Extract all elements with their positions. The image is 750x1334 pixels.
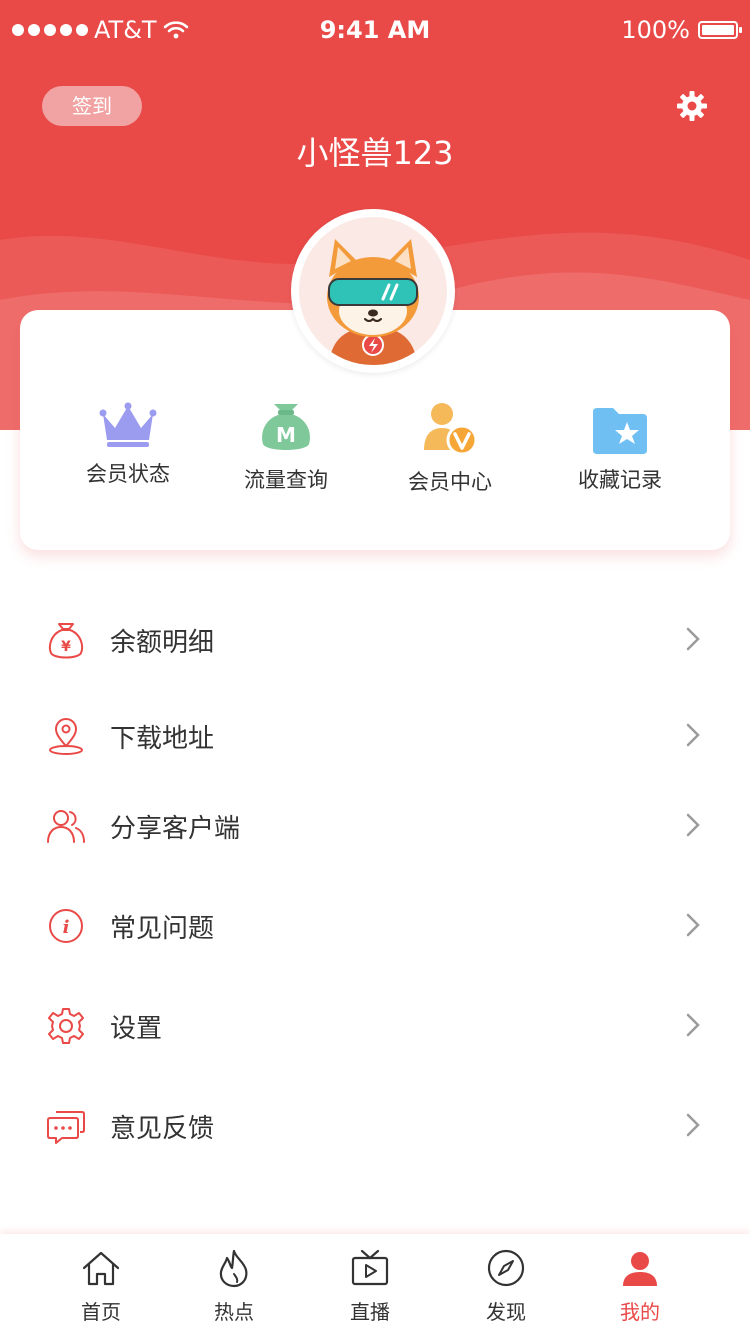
vip-user-icon [424, 403, 478, 456]
chevron-right-icon [686, 1113, 700, 1137]
settings-gear-icon[interactable] [676, 90, 708, 122]
tab-label: 热点 [214, 1300, 254, 1324]
quick-action-label: 收藏记录 [578, 468, 662, 492]
menu-item-label: 下载地址 [110, 724, 215, 754]
info-icon: i [49, 909, 83, 943]
tab-label: 首页 [81, 1300, 121, 1324]
location-pin-icon [49, 718, 83, 755]
tab-mine[interactable]: 我的 [585, 1234, 695, 1334]
chevron-right-icon [686, 627, 700, 651]
menu-item-faq[interactable]: i 常见问题 [0, 888, 750, 968]
tab-live[interactable]: 直播 [315, 1234, 425, 1334]
menu-item-label: 分享客户端 [110, 814, 241, 844]
tab-label: 直播 [350, 1300, 390, 1324]
quick-action-label: 流量查询 [244, 468, 328, 492]
username: 小怪兽123 [296, 134, 454, 172]
menu-item-label: 设置 [110, 1014, 163, 1044]
chevron-right-icon [686, 913, 700, 937]
quick-action-favorites[interactable]: 收藏记录 [545, 406, 695, 494]
compass-icon [487, 1249, 525, 1287]
tab-label: 我的 [620, 1300, 660, 1324]
menu-item-download-address[interactable]: 下载地址 [0, 698, 750, 778]
svg-text:M: M [276, 423, 296, 447]
quick-action-traffic-query[interactable]: M 流量查询 [211, 398, 361, 494]
menu-item-label: 余额明细 [110, 628, 215, 658]
yen-bag-icon: ¥ [48, 623, 84, 659]
tab-hot[interactable]: 热点 [179, 1234, 289, 1334]
bottom-tab-bar: 首页 热点 直播 发现 我的 [0, 1234, 750, 1334]
battery-percent: 100% [621, 16, 690, 44]
status-bar: AT&T 9:41 AM 100% [0, 0, 750, 60]
battery-icon [698, 21, 742, 39]
flame-icon [219, 1249, 248, 1288]
gear-icon [48, 1008, 84, 1044]
menu-item-settings[interactable]: 设置 [0, 988, 750, 1068]
checkin-button[interactable]: 签到 [42, 86, 142, 126]
money-bag-icon: M [262, 404, 310, 450]
tv-icon [351, 1249, 389, 1286]
users-icon [47, 810, 85, 843]
menu-item-feedback[interactable]: 意见反馈 [0, 1088, 750, 1168]
menu-item-balance-details[interactable]: ¥ 余额明细 [0, 602, 750, 682]
avatar[interactable] [291, 209, 455, 373]
tab-home[interactable]: 首页 [46, 1234, 156, 1334]
user-icon [623, 1252, 657, 1286]
chevron-right-icon [686, 1013, 700, 1037]
quick-action-member-center[interactable]: 会员中心 [375, 400, 525, 496]
chat-bubbles-icon [47, 1111, 85, 1144]
chevron-right-icon [686, 723, 700, 747]
home-icon [82, 1251, 120, 1286]
quick-action-label: 会员状态 [86, 462, 170, 486]
svg-text:i: i [63, 917, 70, 938]
crown-icon [99, 402, 157, 447]
menu-item-label: 常见问题 [110, 914, 215, 944]
menu-item-label: 意见反馈 [110, 1114, 215, 1144]
menu-item-share-client[interactable]: 分享客户端 [0, 788, 750, 868]
quick-action-label: 会员中心 [408, 470, 492, 494]
chevron-right-icon [686, 813, 700, 837]
tab-discover[interactable]: 发现 [451, 1234, 561, 1334]
shiba-mascot-avatar [327, 239, 419, 365]
quick-action-membership-status[interactable]: 会员状态 [53, 402, 203, 488]
tab-label: 发现 [486, 1300, 526, 1324]
star-folder-icon [593, 408, 647, 454]
svg-text:¥: ¥ [61, 639, 71, 655]
